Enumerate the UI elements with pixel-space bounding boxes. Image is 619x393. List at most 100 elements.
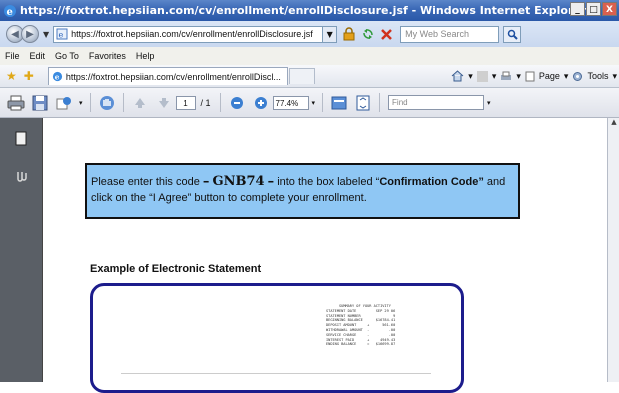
feeds-icon[interactable]	[476, 70, 488, 82]
zoom-in-button[interactable]	[251, 93, 271, 113]
title-bar: e https://foxtrot.hepsiian.com/cv/enroll…	[0, 0, 619, 21]
address-toolbar: ◀ ▶ ▼ e https://foxtrot.hepsiian.com/cv/…	[0, 21, 619, 47]
pdf-toolbar: ▾ 1 / 1 77.4% ▾ Find ▾	[0, 88, 619, 118]
statement-summary: SUMMARY OF YOUR ACTIVITY STATEMENT DATE S…	[326, 304, 395, 347]
pages-panel-button[interactable]	[13, 130, 29, 146]
menu-file[interactable]: File	[0, 51, 25, 61]
instruction-pre: Please enter this code	[91, 176, 200, 188]
prev-page-button[interactable]	[130, 93, 150, 113]
collaborate-icon	[56, 96, 71, 109]
hand-tool-icon	[99, 95, 114, 110]
navigation-pane	[0, 118, 42, 382]
scroll-up-arrow-icon[interactable]: ▲	[608, 118, 619, 128]
statement-example: SUMMARY OF YOUR ACTIVITY STATEMENT DATE S…	[90, 283, 464, 393]
menu-edit[interactable]: Edit	[25, 51, 51, 61]
page-dropdown[interactable]: ▾	[564, 71, 569, 82]
up-arrow-icon	[134, 97, 145, 108]
feeds-dropdown[interactable]: ▾	[492, 71, 497, 82]
zoom-dropdown[interactable]: ▾	[312, 99, 316, 107]
print-dropdown[interactable]: ▾	[516, 71, 521, 82]
minimize-button[interactable]: _	[570, 2, 585, 16]
pdf-save-button[interactable]	[30, 93, 50, 113]
refresh-icon[interactable]	[359, 26, 376, 43]
toolbar-separator	[122, 93, 124, 112]
magnifier-icon	[507, 29, 518, 40]
toolbar-separator	[89, 93, 91, 112]
next-page-button[interactable]	[154, 93, 174, 113]
down-arrow-icon	[158, 97, 169, 108]
printer-icon	[7, 95, 25, 110]
home-icon[interactable]	[451, 70, 464, 82]
stop-icon[interactable]	[378, 26, 395, 43]
maximize-button[interactable]: □	[586, 2, 601, 16]
find-input[interactable]: Find	[388, 95, 485, 110]
zoom-in-icon	[254, 96, 267, 109]
page-menu-icon	[525, 71, 535, 81]
pdf-collab-button[interactable]	[54, 93, 74, 113]
fit-width-button[interactable]	[329, 93, 349, 113]
page-total: / 1	[200, 97, 211, 108]
address-url: https://foxtrot.hepsiian.com/cv/enrollme…	[71, 29, 313, 39]
find-dropdown[interactable]: ▾	[487, 99, 491, 107]
instruction-mid: into the box labeled “	[277, 176, 380, 188]
paperclip-icon	[17, 172, 27, 182]
pdf-print-button[interactable]	[6, 93, 26, 113]
collab-dropdown[interactable]: ▾	[79, 99, 83, 107]
svg-text:e: e	[55, 73, 60, 82]
menu-bar: File Edit Go To Favorites Help	[0, 47, 619, 66]
page-icon: e	[56, 28, 68, 40]
command-bar: ▾ ▾ ▾ Page ▾ Tools ▾	[451, 70, 619, 82]
page-menu[interactable]: Page	[539, 71, 560, 81]
address-dropdown[interactable]: ▼	[323, 25, 338, 43]
address-field[interactable]: e https://foxtrot.hepsiian.com/cv/enroll…	[53, 25, 324, 43]
search-button[interactable]	[503, 25, 522, 43]
tab-current[interactable]: e https://foxtrot.hepsiian.com/cv/enroll…	[47, 67, 288, 85]
tab-title: https://foxtrot.hepsiian.com/cv/enrollme…	[65, 71, 281, 82]
menu-help[interactable]: Help	[131, 51, 160, 61]
new-tab-button[interactable]	[288, 68, 315, 84]
tab-bar: ★ ✚ e https://foxtrot.hepsiian.com/cv/en…	[0, 65, 619, 88]
svg-text:e: e	[59, 31, 64, 40]
code-dash-right: –	[267, 174, 275, 189]
search-input[interactable]: My Web Search	[400, 25, 500, 43]
window-title: https://foxtrot.hepsiian.com/cv/enrollme…	[20, 4, 587, 17]
lock-icon[interactable]	[340, 26, 357, 43]
toolbar-separator	[322, 93, 324, 112]
zoom-out-button[interactable]	[227, 93, 247, 113]
tools-gear-icon	[573, 71, 583, 81]
confirmation-code-notice: Please enter this code – GNB74 – into th…	[85, 163, 520, 219]
vertical-scrollbar[interactable]: ▲	[607, 118, 619, 382]
confirmation-field-name: Confirmation Code”	[379, 176, 484, 188]
statement-row: STATEMENT DATE SEP 29 06	[326, 308, 396, 313]
menu-goto[interactable]: Go To	[50, 51, 84, 61]
home-dropdown[interactable]: ▾	[468, 71, 473, 82]
page-number-input[interactable]: 1	[175, 95, 196, 110]
tools-menu[interactable]: Tools	[587, 71, 608, 81]
menu-favorites[interactable]: Favorites	[84, 51, 131, 61]
zoom-out-icon	[230, 96, 243, 109]
svg-text:e: e	[7, 7, 13, 18]
forward-arrow-icon: ▶	[26, 28, 34, 40]
statement-row: ENDING BALANCE = $16699.87	[326, 342, 396, 347]
ie-logo-icon: e	[4, 4, 16, 18]
example-heading: Example of Electronic Statement	[90, 263, 262, 275]
attachments-panel-button[interactable]	[13, 168, 29, 184]
confirmation-code: GNB74	[212, 174, 265, 189]
add-favorite-icon[interactable]: ✚	[24, 69, 34, 83]
floppy-icon	[32, 95, 48, 110]
fit-page-button[interactable]	[353, 93, 373, 113]
fit-page-icon	[356, 95, 370, 110]
statement-divider	[121, 373, 431, 374]
tools-dropdown[interactable]: ▾	[612, 71, 617, 82]
recent-pages-dropdown[interactable]: ▼	[43, 30, 49, 39]
close-button[interactable]: X	[602, 2, 617, 16]
favorites-star-icon[interactable]: ★	[6, 69, 17, 83]
forward-button[interactable]: ▶	[21, 25, 39, 43]
zoom-level-input[interactable]: 77.4%	[272, 95, 309, 110]
pdf-hand-button[interactable]	[97, 93, 117, 113]
ie-tab-icon: e	[52, 71, 62, 82]
print-icon[interactable]	[500, 71, 512, 82]
statement-row: SERVICE CHARGE - .00	[326, 332, 396, 337]
fit-width-icon	[331, 96, 347, 109]
toolbar-separator	[219, 93, 221, 112]
